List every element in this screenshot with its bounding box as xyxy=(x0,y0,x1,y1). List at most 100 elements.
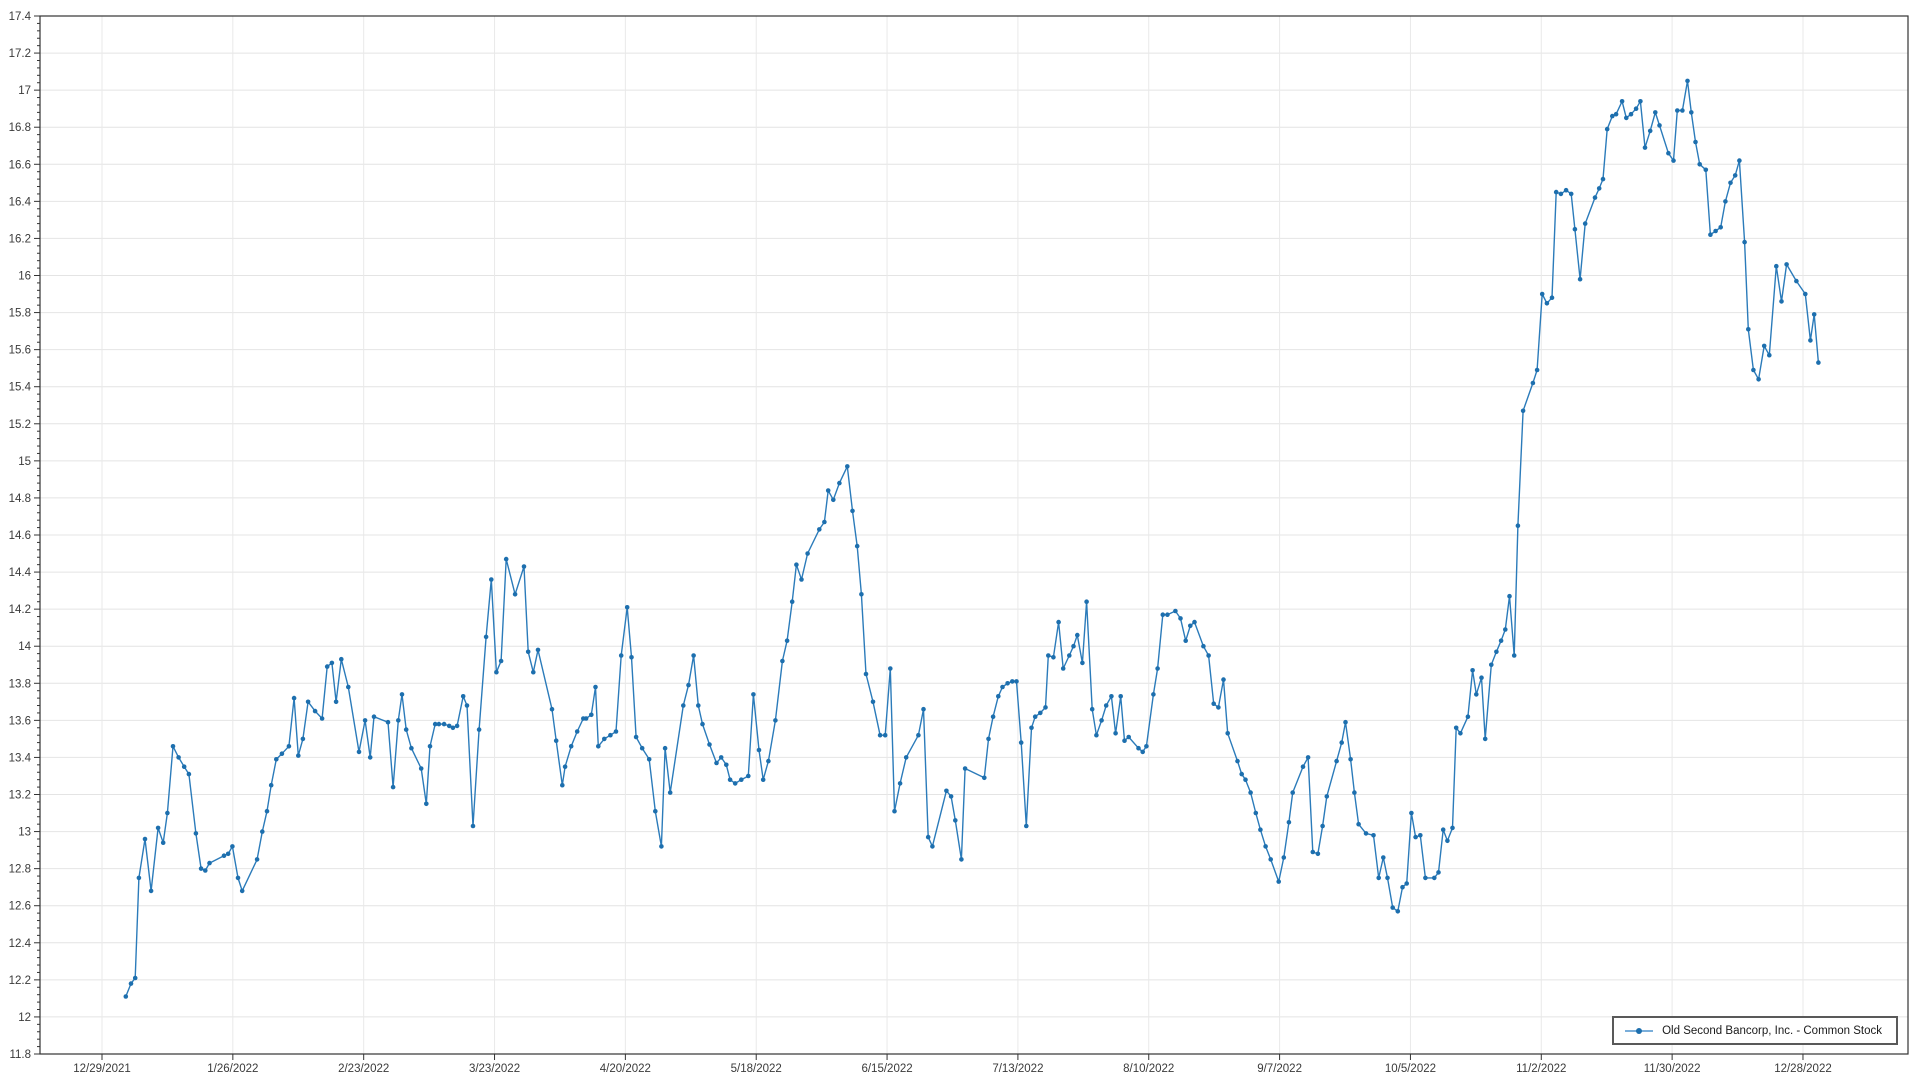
data-point-marker[interactable] xyxy=(1043,705,1048,710)
data-point-marker[interactable] xyxy=(522,564,527,569)
data-point-marker[interactable] xyxy=(194,831,199,836)
data-point-marker[interactable] xyxy=(1404,881,1409,886)
data-point-marker[interactable] xyxy=(1140,750,1145,755)
data-point-marker[interactable] xyxy=(1254,811,1259,816)
data-point-marker[interactable] xyxy=(1165,612,1170,617)
data-point-marker[interactable] xyxy=(1742,240,1747,245)
data-point-marker[interactable] xyxy=(916,733,921,738)
data-point-marker[interactable] xyxy=(1593,195,1598,200)
data-point-marker[interactable] xyxy=(1099,718,1104,723)
data-point-marker[interactable] xyxy=(428,744,433,749)
data-point-marker[interactable] xyxy=(1339,740,1344,745)
data-point-marker[interactable] xyxy=(1559,192,1564,197)
data-point-marker[interactable] xyxy=(761,777,766,782)
data-point-marker[interactable] xyxy=(1704,168,1709,173)
data-point-marker[interactable] xyxy=(330,661,335,666)
data-point-marker[interactable] xyxy=(629,655,634,660)
data-point-marker[interactable] xyxy=(1685,79,1690,84)
data-point-marker[interactable] xyxy=(1445,839,1450,844)
data-point-marker[interactable] xyxy=(1503,627,1508,632)
data-point-marker[interactable] xyxy=(944,789,949,794)
data-point-marker[interactable] xyxy=(647,757,652,762)
data-point-marker[interactable] xyxy=(1183,638,1188,643)
data-point-marker[interactable] xyxy=(733,781,738,786)
data-point-marker[interactable] xyxy=(714,761,719,766)
data-point-marker[interactable] xyxy=(1325,794,1330,799)
data-point-marker[interactable] xyxy=(404,727,409,732)
data-point-marker[interactable] xyxy=(1657,123,1662,128)
data-point-marker[interactable] xyxy=(1762,344,1767,349)
legend[interactable]: Old Second Bancorp, Inc. - Common Stock xyxy=(1612,1016,1898,1045)
data-point-marker[interactable] xyxy=(1320,824,1325,829)
data-point-marker[interactable] xyxy=(1046,653,1051,658)
data-point-marker[interactable] xyxy=(1348,757,1353,762)
data-point-marker[interactable] xyxy=(269,783,274,788)
data-point-marker[interactable] xyxy=(785,638,790,643)
data-point-marker[interactable] xyxy=(569,744,574,749)
data-point-marker[interactable] xyxy=(634,735,639,740)
data-point-marker[interactable] xyxy=(187,772,192,777)
data-point-marker[interactable] xyxy=(1653,110,1658,115)
data-point-marker[interactable] xyxy=(156,826,161,831)
data-point-marker[interactable] xyxy=(1708,232,1713,237)
data-point-marker[interactable] xyxy=(805,551,810,556)
data-point-marker[interactable] xyxy=(1118,694,1123,699)
data-point-marker[interactable] xyxy=(1697,162,1702,167)
data-point-marker[interactable] xyxy=(575,729,580,734)
data-point-marker[interactable] xyxy=(222,853,227,858)
data-point-marker[interactable] xyxy=(260,829,265,834)
data-point-marker[interactable] xyxy=(124,994,129,999)
data-point-marker[interactable] xyxy=(137,876,142,881)
data-point-marker[interactable] xyxy=(850,509,855,514)
data-point-marker[interactable] xyxy=(1188,624,1193,629)
data-point-marker[interactable] xyxy=(437,722,442,727)
data-point-marker[interactable] xyxy=(1512,653,1517,658)
data-point-marker[interactable] xyxy=(757,748,762,753)
data-point-marker[interactable] xyxy=(614,729,619,734)
data-point-marker[interactable] xyxy=(550,707,555,712)
data-point-marker[interactable] xyxy=(686,683,691,688)
data-point-marker[interactable] xyxy=(368,755,373,760)
data-point-marker[interactable] xyxy=(608,733,613,738)
data-point-marker[interactable] xyxy=(372,714,377,719)
data-point-marker[interactable] xyxy=(728,777,733,782)
data-point-marker[interactable] xyxy=(1155,666,1160,671)
data-point-marker[interactable] xyxy=(878,733,883,738)
data-point-marker[interactable] xyxy=(465,703,470,708)
data-point-marker[interactable] xyxy=(1474,692,1479,697)
data-point-marker[interactable] xyxy=(301,737,306,742)
data-point-marker[interactable] xyxy=(1779,299,1784,304)
data-point-marker[interactable] xyxy=(240,889,245,894)
data-point-marker[interactable] xyxy=(1356,822,1361,827)
data-point-marker[interactable] xyxy=(1666,151,1671,156)
data-point-marker[interactable] xyxy=(386,720,391,725)
price-chart[interactable]: 11.81212.212.412.612.81313.213.413.613.8… xyxy=(0,0,1920,1080)
data-point-marker[interactable] xyxy=(1454,726,1459,731)
data-point-marker[interactable] xyxy=(1376,876,1381,881)
data-point-marker[interactable] xyxy=(1109,694,1114,699)
data-point-marker[interactable] xyxy=(471,824,476,829)
data-point-marker[interactable] xyxy=(199,866,204,871)
data-point-marker[interactable] xyxy=(831,498,836,503)
data-point-marker[interactable] xyxy=(1051,655,1056,660)
data-point-marker[interactable] xyxy=(799,577,804,582)
data-point-marker[interactable] xyxy=(1352,790,1357,795)
data-point-marker[interactable] xyxy=(602,737,607,742)
data-point-marker[interactable] xyxy=(888,666,893,671)
data-point-marker[interactable] xyxy=(1554,190,1559,195)
data-point-marker[interactable] xyxy=(1316,852,1321,857)
data-point-marker[interactable] xyxy=(306,700,311,705)
data-point-marker[interactable] xyxy=(1450,826,1455,831)
data-point-marker[interactable] xyxy=(855,544,860,549)
data-point-marker[interactable] xyxy=(817,527,822,532)
data-point-marker[interactable] xyxy=(287,744,292,749)
data-point-marker[interactable] xyxy=(1733,173,1738,178)
data-point-marker[interactable] xyxy=(391,785,396,790)
data-point-marker[interactable] xyxy=(822,520,827,525)
data-point-marker[interactable] xyxy=(554,738,559,743)
data-point-marker[interactable] xyxy=(1113,731,1118,736)
data-point-marker[interactable] xyxy=(1090,707,1095,712)
data-point-marker[interactable] xyxy=(560,783,565,788)
price-line[interactable] xyxy=(126,81,1819,997)
data-point-marker[interactable] xyxy=(766,759,771,764)
